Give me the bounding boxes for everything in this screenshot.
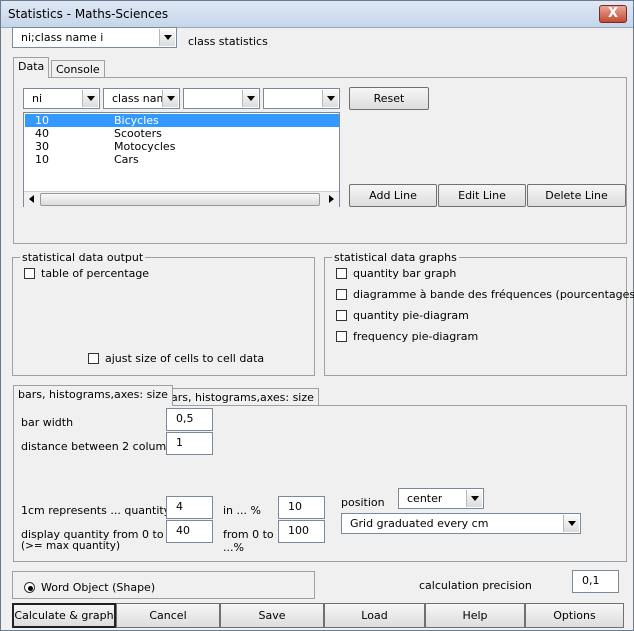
precision-input[interactable]: 0,1: [572, 570, 619, 593]
cancel-button[interactable]: Cancel: [116, 603, 220, 628]
column-combo-2[interactable]: class name: [103, 88, 180, 109]
grid-combo[interactable]: Grid graduated every cm: [341, 513, 581, 534]
title-bar: Statistics - Maths-Sciences X: [1, 1, 633, 28]
help-button[interactable]: Help: [425, 603, 525, 628]
window-title: Statistics - Maths-Sciences: [8, 7, 169, 21]
distance-input[interactable]: 1: [166, 432, 213, 455]
table-of-percentage-label: table of percentage: [41, 267, 150, 280]
display-quantity-input[interactable]: 40: [166, 520, 213, 543]
checkbox-icon[interactable]: [336, 310, 347, 321]
column-combo-4[interactable]: [263, 88, 340, 109]
list-item-name: Scooters: [114, 127, 162, 140]
checkbox-icon[interactable]: [336, 268, 347, 279]
adjust-cell-size-label: ajust size of cells to cell data: [105, 352, 265, 365]
list-item[interactable]: 10 Bicycles: [25, 114, 339, 127]
quantity-bar-graph-checkbox[interactable]: quantity bar graph: [336, 267, 456, 280]
edit-line-button[interactable]: Edit Line: [438, 184, 526, 207]
in-percent-label: in ... %: [223, 504, 261, 517]
column-combo-1-value: ni: [32, 92, 43, 105]
data-graphs-group-title: statistical data graphs: [332, 251, 459, 264]
list-item-name: Bicycles: [114, 114, 159, 127]
quantity-bar-graph-label: quantity bar graph: [353, 267, 457, 280]
list-item[interactable]: 10 Cars: [25, 153, 339, 166]
calculate-graph-button[interactable]: Calculate & graph: [12, 603, 116, 628]
bar-width-input[interactable]: 0,5: [166, 408, 213, 431]
from-zero-label: from 0 to: [223, 528, 274, 541]
cm-quantity-input[interactable]: 4: [166, 496, 213, 519]
cm-represents-label: 1cm represents ... quantity: [21, 504, 171, 517]
list-item-quantity: 40: [35, 127, 49, 140]
data-output-group-title: statistical data output: [20, 251, 146, 264]
checkbox-icon[interactable]: [336, 331, 347, 342]
list-item-quantity: 10: [35, 153, 49, 166]
add-line-button[interactable]: Add Line: [349, 184, 437, 207]
reset-button[interactable]: Reset: [349, 87, 429, 110]
list-item-name: Motocycles: [114, 140, 176, 153]
chevron-down-icon[interactable]: [322, 90, 338, 107]
delete-line-button[interactable]: Delete Line: [527, 184, 626, 207]
scroll-right-icon[interactable]: [329, 195, 334, 203]
list-item[interactable]: 30 Motocycles: [25, 140, 339, 153]
adjust-cell-size-checkbox[interactable]: ajust size of cells to cell data: [88, 352, 264, 365]
horizontal-scrollbar[interactable]: [24, 191, 339, 207]
table-of-percentage-checkbox[interactable]: table of percentage: [24, 267, 149, 280]
checkbox-icon[interactable]: [336, 289, 347, 300]
chevron-down-icon[interactable]: [563, 515, 579, 532]
precision-label: calculation precision: [419, 579, 532, 592]
column-combo-1[interactable]: ni: [23, 88, 100, 109]
data-list[interactable]: 10 Bicycles 40 Scooters 30 Motocycles 10…: [23, 112, 340, 207]
save-button[interactable]: Save: [220, 603, 324, 628]
chevron-down-icon[interactable]: [162, 90, 178, 107]
statistics-window: Statistics - Maths-Sciences X ni;class n…: [0, 0, 634, 631]
grid-combo-value: Grid graduated every cm: [350, 517, 489, 530]
max-quantity-hint: (>= max quantity): [21, 540, 121, 552]
options-button[interactable]: Options: [525, 603, 624, 628]
frequency-band-checkbox[interactable]: diagramme à bande des fréquences (pource…: [336, 288, 634, 301]
close-button[interactable]: X: [599, 5, 627, 23]
class-statistics-combo[interactable]: ni;class name i: [12, 27, 177, 48]
chevron-down-icon[interactable]: [82, 90, 98, 107]
position-label: position: [341, 496, 385, 509]
scrollbar-thumb[interactable]: [40, 193, 320, 206]
checkbox-icon[interactable]: [88, 353, 99, 364]
word-object-label: Word Object (Shape): [41, 581, 156, 594]
class-statistics-label: class statistics: [188, 35, 268, 48]
load-button[interactable]: Load: [324, 603, 425, 628]
frequency-band-label: diagramme à bande des fréquences (pource…: [353, 288, 634, 301]
position-combo[interactable]: center: [398, 488, 484, 509]
column-combo-3[interactable]: [183, 88, 260, 109]
list-item-name: Cars: [114, 153, 139, 166]
radio-selected-icon[interactable]: [24, 582, 35, 593]
quantity-pie-checkbox[interactable]: quantity pie-diagram: [336, 309, 469, 322]
checkbox-icon[interactable]: [24, 268, 35, 279]
word-object-radio[interactable]: Word Object (Shape): [24, 581, 155, 594]
from-zero-percent-label: ...%: [223, 541, 244, 554]
frequency-pie-checkbox[interactable]: frequency pie-diagram: [336, 330, 478, 343]
list-item-quantity: 10: [35, 114, 49, 127]
position-combo-value: center: [407, 492, 443, 505]
in-percent-input[interactable]: 10: [278, 496, 325, 519]
chevron-down-icon[interactable]: [242, 90, 258, 107]
from-zero-input[interactable]: 100: [278, 520, 325, 543]
tab-data[interactable]: Data: [13, 57, 50, 78]
list-item-quantity: 30: [35, 140, 49, 153]
list-item[interactable]: 40 Scooters: [25, 127, 339, 140]
chevron-down-icon[interactable]: [466, 490, 482, 507]
distance-label: distance between 2 columns: [21, 440, 179, 453]
tab-bars-size-1[interactable]: bars, histograms,axes: size: [13, 385, 173, 406]
bar-width-label: bar width: [21, 416, 74, 429]
chevron-down-icon[interactable]: [159, 29, 175, 46]
quantity-pie-label: quantity pie-diagram: [353, 309, 469, 322]
class-statistics-combo-value: ni;class name i: [21, 31, 104, 44]
frequency-pie-label: frequency pie-diagram: [353, 330, 479, 343]
scroll-left-icon[interactable]: [29, 195, 34, 203]
